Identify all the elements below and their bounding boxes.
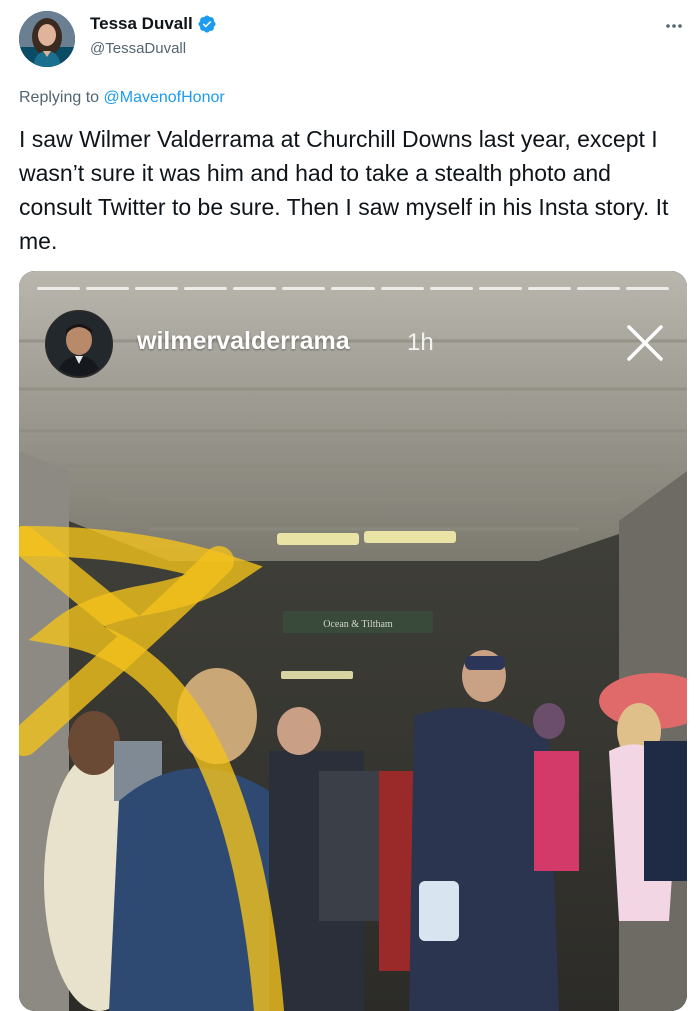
story-progress-segment [331,287,375,290]
replying-to-link[interactable]: @MavenofHonor [104,89,225,106]
story-avatar[interactable] [45,310,113,378]
story-progress-segment [527,287,571,290]
story-progress-segment [576,287,620,290]
story-progress-segment [233,287,277,290]
story-progress-segment [37,287,81,290]
replying-prefix: Replying to [19,89,104,106]
more-horizontal-icon [666,24,682,28]
author-handle[interactable]: @TessaDuvall [90,40,186,57]
story-timestamp: 1h [407,329,434,356]
tweet-media-photo[interactable]: Ocean & Tiltham wilmervalderrama 1h [19,271,687,1011]
tweet-text: I saw Wilmer Valderrama at Churchill Dow… [19,126,669,254]
author-avatar[interactable] [19,11,75,67]
story-progress-segment [478,287,522,290]
story-progress-segment [380,287,424,290]
story-progress-segment [282,287,326,290]
author-name[interactable]: Tessa Duvall [90,14,193,34]
story-progress-segment [184,287,228,290]
tweet-header: Tessa Duvall @TessaDuvall [0,0,700,80]
more-options-button[interactable] [662,14,686,38]
story-progress-segment [135,287,179,290]
story-username[interactable]: wilmervalderrama [137,327,350,356]
story-progress-segment [86,287,130,290]
verified-badge-icon [198,15,216,33]
close-icon [627,325,663,361]
tunnel-sign: Ocean & Tiltham [323,619,393,630]
story-progress-segment [625,287,670,290]
story-progress-bar [37,287,670,290]
story-photo: Ocean & Tiltham [19,271,687,1011]
replying-to-line: Replying to @MavenofHonor [19,89,225,107]
story-close-button[interactable] [625,323,665,363]
story-progress-segment [429,287,473,290]
